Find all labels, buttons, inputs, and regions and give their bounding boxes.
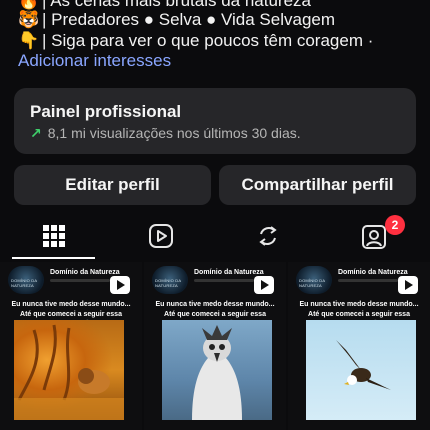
- play-icon: [110, 276, 130, 294]
- trend-up-icon: ↗: [30, 125, 42, 141]
- account-avatar: DOMÍNIO DA NATUREZA: [152, 266, 188, 294]
- account-avatar: DOMÍNIO DA NATUREZA: [8, 266, 44, 294]
- professional-dashboard-card[interactable]: Painel profissional ↗ 8,1 mi visualizaçõe…: [14, 88, 416, 154]
- post-image: [162, 320, 272, 420]
- tab-reels[interactable]: [107, 213, 214, 259]
- post-image: [306, 320, 416, 420]
- dashboard-stats: ↗ 8,1 mi visualizações nos últimos 30 dia…: [30, 125, 301, 142]
- posts-grid: DOMÍNIO DA NATUREZA Domínio da Natureza …: [0, 262, 430, 430]
- post-tile[interactable]: DOMÍNIO DA NATUREZA Domínio da Natureza …: [144, 262, 286, 430]
- share-profile-button[interactable]: Compartilhar perfil: [219, 165, 416, 205]
- bio-line-text: | Predadores ● Selva ● Vida Selvagem: [42, 10, 336, 29]
- post-image: [14, 320, 124, 420]
- pointing-down-emoji-icon: 👇: [18, 31, 40, 51]
- repost-icon: [258, 226, 277, 246]
- edit-profile-button[interactable]: Editar perfil: [14, 165, 211, 205]
- bio-line-3: 👇 | Siga para ver o que poucos têm corage…: [18, 30, 420, 52]
- post-tile[interactable]: DOMÍNIO DA NATUREZA Domínio da Natureza …: [0, 262, 142, 430]
- lion-image: [14, 324, 124, 420]
- profile-tabs: 2: [0, 213, 430, 259]
- tiger-emoji-icon: 🐯: [18, 10, 40, 30]
- post-tile[interactable]: DOMÍNIO DA NATUREZA Domínio da Natureza …: [288, 262, 430, 430]
- avatar-logo-text: DOMÍNIO DA NATUREZA: [11, 278, 38, 288]
- avatar-logo-text: DOMÍNIO DA NATUREZA: [155, 278, 182, 288]
- post-account-name: Domínio da Natureza: [50, 269, 120, 276]
- tab-tagged[interactable]: 2: [321, 213, 428, 259]
- active-tab-indicator: [12, 257, 95, 259]
- post-account-name: Domínio da Natureza: [194, 269, 264, 276]
- dashboard-title: Painel profissional: [30, 102, 182, 121]
- grid-icon: [42, 225, 65, 247]
- post-account-name: Domínio da Natureza: [338, 269, 408, 276]
- dashboard-views-text: 8,1 mi visualizações nos últimos 30 dias…: [47, 125, 301, 141]
- play-icon: [254, 276, 274, 294]
- eagle-image: [192, 325, 242, 420]
- notification-badge: 2: [385, 215, 405, 235]
- post-account-handle: [50, 279, 110, 282]
- post-account-handle: [338, 279, 398, 282]
- tab-posts-grid[interactable]: [0, 213, 107, 259]
- bio-line-2: 🐯 | Predadores ● Selva ● Vida Selvagem: [18, 9, 420, 31]
- bio-line-text: | Siga para ver o que poucos têm coragem…: [42, 31, 374, 50]
- account-avatar: DOMÍNIO DA NATUREZA: [296, 266, 332, 294]
- reels-icon: [148, 224, 173, 248]
- post-account-handle: [194, 279, 254, 282]
- add-interests-link[interactable]: Adicionar interesses: [18, 51, 171, 71]
- avatar-logo-text: DOMÍNIO DA NATUREZA: [299, 278, 326, 288]
- play-icon: [398, 276, 418, 294]
- tab-reposts[interactable]: [214, 213, 321, 259]
- flying-eagle-image: [326, 330, 391, 390]
